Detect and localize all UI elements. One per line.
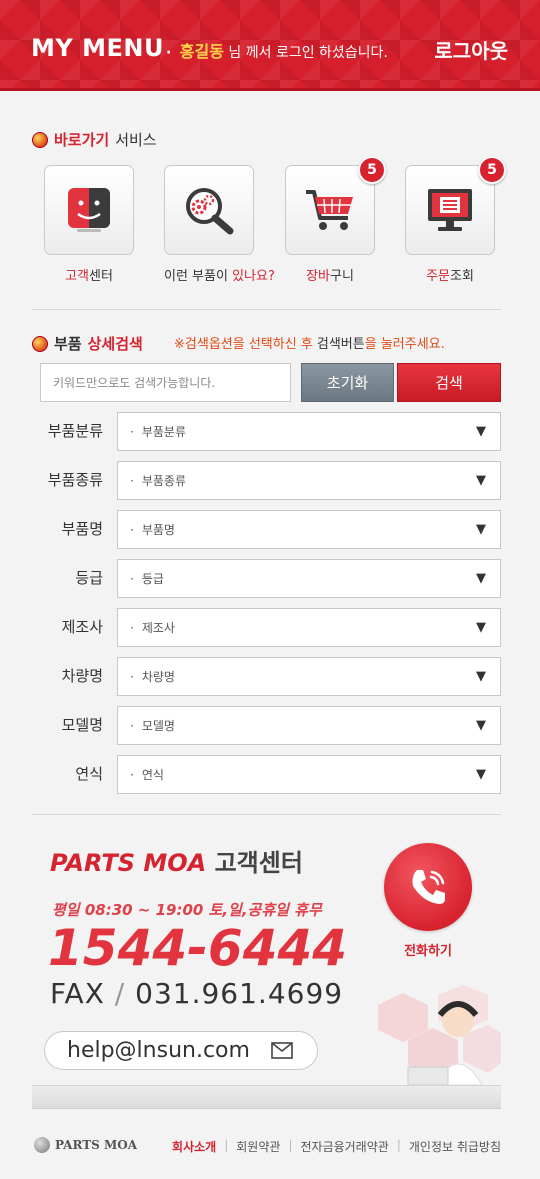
phone-number[interactable]: 1544-6444 [48,919,347,977]
part-type-select[interactable]: · 부품종류 ▼ [117,461,501,500]
filter-label: 모델명 [61,716,103,734]
quick-service-title-rest: 서비스 [115,131,157,149]
filter-label: 부품종류 [47,471,103,489]
filter-row-part-type: 부품종류 · 부품종류 ▼ [32,461,501,500]
quick-order-status-box[interactable]: 5 [405,156,506,255]
page-title: MY MENU [31,34,164,62]
footer-separator: | [288,1138,293,1152]
detail-search-title: 부품 상세검색 [32,333,143,354]
quick-cart-box[interactable]: 5 [285,156,386,255]
quick-order-status[interactable]: 5 주문조회 [405,156,506,284]
dropdown-arrow-icon: ▼ [476,424,486,439]
call-button[interactable] [384,843,472,931]
dropdown-arrow-icon: ▼ [476,767,486,782]
user-name: 홍길동 [179,42,224,61]
footer-link-efinance-terms[interactable]: 전자금융거래약관 [300,1138,388,1155]
footer-logo[interactable]: PARTS MOA [34,1137,137,1153]
footer-link-company[interactable]: 회사소개 [172,1138,216,1155]
footer-divider [32,1108,501,1109]
filter-row-part-category: 부품분류 · 부품분류 ▼ [32,412,501,451]
phone-icon [412,870,445,904]
footer-separator: | [396,1138,401,1152]
quick-part-inquiry[interactable]: 이런 부품이 있나요? [164,165,275,284]
monitor-icon [428,189,472,231]
part-name-select[interactable]: · 부품명 ▼ [117,510,501,549]
dropdown-arrow-icon: ▼ [476,571,486,586]
manufacturer-select[interactable]: · 제조사 ▼ [117,608,501,647]
quick-cart-label: 장바구니 [306,269,354,284]
filter-label: 연식 [75,765,103,783]
parts-search-icon [186,188,234,235]
order-count-badge: 5 [478,156,506,184]
quick-part-inquiry-label: 이런 부품이 있나요? [164,269,275,284]
email-address: help@lnsun.com [67,1038,250,1063]
dropdown-arrow-icon: ▼ [476,522,486,537]
dropdown-arrow-icon: ▼ [476,620,486,635]
search-notice: ※검색옵션을 선택하신 후 검색버튼을 눌러주세요. [174,337,445,352]
footer-links: 회사소개 | 회원약관 | 전자금융거래약관 | 개인정보 취급방침 [172,1138,501,1155]
part-category-select[interactable]: · 부품분류 ▼ [117,412,501,451]
fax-number: FAX / 031.961.4699 [50,977,344,1010]
quick-customer-center[interactable]: 고객센터 [44,165,134,284]
quick-order-status-label: 주문조회 [426,269,474,284]
footer-link-privacy[interactable]: 개인정보 취급방침 [409,1138,501,1155]
filter-label: 제조사 [61,618,103,636]
search-button[interactable]: 검색 [397,363,501,402]
grade-select[interactable]: · 등급 ▼ [117,559,501,598]
top-header: MY MENU · 홍길동 님 께서 로그인 하셨습니다. 로그아웃 [0,0,540,91]
logout-button[interactable]: 로그아웃 [434,35,508,64]
filter-row-vehicle: 차량명 · 차량명 ▼ [32,657,501,696]
filter-row-grade: 등급 · 등급 ▼ [32,559,501,598]
call-button-label[interactable]: 전화하기 [388,940,468,959]
quick-cart[interactable]: 5 장바구니 [285,156,386,284]
cart-count-badge: 5 [358,156,386,184]
business-hours: 평일 08:30 ~ 19:00 토,일,공휴일 휴무 [52,901,322,919]
quick-service-grid: 고객센터 이런 부품이 있나요? 5 장바구니 5 주문조회 [44,156,506,285]
mail-icon [271,1042,293,1059]
dropdown-arrow-icon: ▼ [476,669,486,684]
filter-label: 부품명 [61,520,103,538]
decorative-pattern [368,985,501,1086]
footer-separator: | [224,1138,229,1152]
customer-center-title: PARTS MOA 고객센터 [50,849,303,877]
reset-button[interactable]: 초기화 [301,363,394,402]
vehicle-select[interactable]: · 차량명 ▼ [117,657,501,696]
quick-service-title-red: 바로가기 [54,131,110,149]
section-bullet-icon [32,131,48,148]
footer-link-terms[interactable]: 회원약관 [236,1138,280,1155]
detail-search-title-part: 부품 [54,335,82,353]
filter-row-part-name: 부품명 · 부품명 ▼ [32,510,501,549]
customer-face-icon [68,188,110,232]
section-divider [32,309,501,310]
model-select[interactable]: · 모델명 ▼ [117,706,501,745]
filter-row-model: 모델명 · 모델명 ▼ [32,706,501,745]
footer-logo-text: PARTS MOA [55,1138,138,1152]
quick-service-title: 바로가기 서비스 [32,129,157,150]
filter-row-manufacturer: 제조사 · 제조사 ▼ [32,608,501,647]
filter-label: 등급 [75,569,103,587]
dropdown-arrow-icon: ▼ [476,473,486,488]
quick-customer-center-label: 고객센터 [65,269,113,284]
quick-part-inquiry-box[interactable] [164,165,254,255]
filter-label: 부품분류 [47,422,103,440]
logo-mark-icon [34,1137,50,1153]
panel-floor [32,1085,501,1108]
dropdown-arrow-icon: ▼ [476,718,486,733]
email-link[interactable]: help@lnsun.com [44,1031,318,1070]
greeting-text: 님 께서 로그인 하셨습니다. [228,45,388,61]
section-bullet-icon [32,335,48,352]
filter-row-year: 연식 · 연식 ▼ [32,755,501,794]
greeting-bullet: · [166,45,172,61]
quick-customer-center-box[interactable] [44,165,134,255]
year-select[interactable]: · 연식 ▼ [117,755,501,794]
cart-icon [306,190,353,230]
filter-label: 차량명 [61,667,103,685]
keyword-input[interactable]: 키워드만으로도 검색가능합니다. [40,363,291,402]
login-greeting: · 홍길동 님 께서 로그인 하셨습니다. [166,38,388,62]
detail-search-title-red: 상세검색 [87,335,143,353]
customer-center-panel: PARTS MOA 고객센터 평일 08:30 ~ 19:00 토,일,공휴일 … [32,815,501,1108]
